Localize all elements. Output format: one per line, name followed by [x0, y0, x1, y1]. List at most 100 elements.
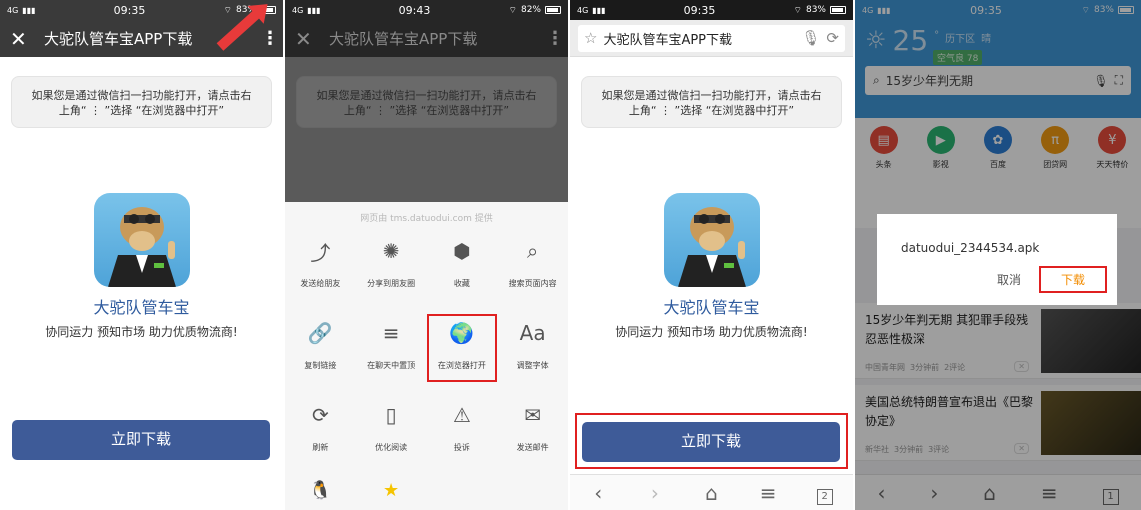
font-icon: Aa — [519, 321, 546, 345]
notice-line2: 上角“ ⋮ ”选择 “在浏览器中打开” — [58, 104, 225, 117]
menu-label: 收藏 — [453, 279, 470, 288]
battery-icon — [829, 6, 846, 14]
share-icon: ⤴ — [310, 240, 331, 265]
menu-label: 调整字体 — [516, 361, 549, 370]
status-bar: 4G ▮▮▮ 09:35 ⌔ 83% — [570, 0, 853, 20]
menu-label: 优化阅读 — [375, 443, 408, 452]
menu-label: 在浏览器打开 — [437, 361, 486, 370]
status-time: 09:43 — [398, 3, 431, 17]
battery-icon — [544, 6, 561, 14]
menu-pin-chat[interactable]: ≡ 在聊天中置顶 — [356, 314, 427, 382]
menu-copy-link[interactable]: 🔗 复制链接 — [285, 314, 356, 382]
wifi-icon: ⌔ — [793, 5, 802, 16]
app-name: 大驼队管车宝 — [663, 298, 760, 317]
menu-open-in-browser[interactable]: 🌍 在浏览器打开 — [426, 314, 498, 382]
wifi-icon: ⌔ — [223, 5, 232, 16]
menu-label: 搜索页面内容 — [508, 279, 557, 288]
sheet-source: 网页由 tms.datuodui.com 提供 — [360, 214, 493, 224]
menu-label: 投诉 — [453, 443, 470, 452]
refresh-icon: ⟳ — [311, 403, 329, 427]
notice-line1: 如果您是通过微信扫一扫功能打开，请点击右 — [316, 89, 537, 102]
more-menu-icon[interactable]: ⋮ — [261, 29, 279, 47]
download-dialog: datuodui_2344534.apk 取消 下载 — [877, 214, 1117, 305]
close-icon[interactable]: ✕ — [10, 27, 38, 51]
highlight-box — [575, 413, 848, 469]
notice-line1: 如果您是通过微信扫一扫功能打开，请点击右 — [601, 89, 822, 102]
share-app-row: 🐧 ★ — [285, 480, 568, 501]
mail-icon: ✉ — [524, 403, 541, 427]
menu-label: 在聊天中置顶 — [367, 361, 416, 370]
tabs-icon[interactable]: 2 — [810, 480, 840, 505]
status-bar: 4G ▮▮▮ 09:35 ⌔ 83% — [0, 0, 283, 20]
notice-line2: 上角“ ⋮ ”选择 “在浏览器中打开” — [343, 104, 510, 117]
menu-reader-mode[interactable]: ▯ 优化阅读 — [356, 396, 427, 464]
action-sheet: 网页由 tms.datuodui.com 提供 ⤴ 发送给朋友 ✺ 分享到朋友圈 ⬢… — [285, 202, 568, 510]
qq-penguin-icon[interactable]: 🐧 — [285, 480, 356, 501]
cancel-button[interactable]: 取消 — [997, 271, 1021, 288]
menu-label: 分享到朋友圈 — [367, 279, 416, 288]
reload-icon[interactable]: ⟳ — [826, 29, 839, 47]
signal-icon: ▮▮▮ — [592, 5, 606, 15]
signal-icon: ▮▮▮ — [307, 5, 321, 15]
bookmark-star-icon[interactable]: ☆ — [584, 29, 597, 47]
menu-send-mail[interactable]: ✉ 发送邮件 — [497, 396, 568, 464]
close-icon[interactable]: ✕ — [295, 27, 323, 51]
dialog-buttons: 取消 下载 — [997, 266, 1107, 293]
signal-label: 4G — [292, 5, 304, 15]
menu-icon[interactable]: ≡ — [753, 481, 783, 505]
status-time: 09:35 — [113, 3, 146, 17]
cube-icon: ⬢ — [453, 239, 471, 263]
menu-favorite[interactable]: ⬢ 收藏 — [427, 232, 498, 300]
menu-adjust-font[interactable]: Aa 调整字体 — [497, 314, 568, 382]
qzone-star-icon[interactable]: ★ — [356, 480, 427, 501]
browser-nav-bar: ‹ › ⌂ ≡ 2 — [570, 474, 853, 510]
menu-search-page[interactable]: ⌕ 搜索页面内容 — [497, 232, 568, 300]
globe-icon: 🌍 — [449, 321, 475, 345]
menu-complain[interactable]: ⚠ 投诉 — [427, 396, 498, 464]
download-button[interactable]: 立即下载 — [12, 420, 270, 460]
screen-wechat-menu: 4G ▮▮▮ 09:43 ⌔ 82% ✕ 大驼队管车宝APP下载 ⋮ 如果您是通过微… — [285, 0, 568, 510]
menu-label: 发送邮件 — [516, 443, 549, 452]
microphone-icon[interactable]: 🎙 — [801, 29, 820, 47]
battery-percent: 82% — [520, 5, 541, 15]
home-icon[interactable]: ⌂ — [696, 481, 726, 505]
screen-browser-download: 4G ▮▮▮ 09:35 ⌔ 83% ☼ 25 ° 历下区 晴 空气良 78 ⌕ 1… — [855, 0, 1141, 510]
browser-address-bar: ☆ 大驼队管车宝APP下载 🎙 ⟳ — [570, 20, 853, 57]
wechat-notice: 如果您是通过微信扫一扫功能打开，请点击右 上角“ ⋮ ”选择 “在浏览器中打开” — [296, 76, 557, 128]
back-icon[interactable]: ‹ — [583, 481, 613, 505]
menu-share-moments[interactable]: ✺ 分享到朋友圈 — [356, 232, 427, 300]
search-icon: ⌕ — [527, 239, 539, 263]
signal-icon: ▮▮▮ — [22, 5, 36, 15]
book-icon: ▯ — [385, 403, 397, 427]
status-time: 09:35 — [683, 3, 716, 17]
app-slogan: 协同运力 预知市场 助力优质物流商! — [45, 325, 238, 339]
more-menu-icon[interactable]: ⋮ — [546, 29, 564, 47]
menu-label: 发送给朋友 — [300, 279, 341, 288]
warning-icon: ⚠ — [452, 403, 471, 427]
wechat-notice: 如果您是通过微信扫一扫功能打开，请点击右 上角“ ⋮ ”选择 “在浏览器中打开” — [11, 76, 272, 128]
notice-line2: 上角“ ⋮ ”选择 “在浏览器中打开” — [628, 104, 795, 117]
url-box[interactable]: ☆ 大驼队管车宝APP下载 🎙 ⟳ — [578, 24, 845, 52]
app-name: 大驼队管车宝 — [93, 298, 190, 317]
forward-icon[interactable]: › — [640, 481, 670, 505]
menu-label: 复制链接 — [304, 361, 337, 370]
screen-wechat-page: 4G ▮▮▮ 09:35 ⌔ 83% ✕ 大驼队管车宝APP下载 ⋮ 如果您是通过微… — [0, 0, 283, 510]
menu-send-friend[interactable]: ⤴ 发送给朋友 — [285, 232, 356, 300]
menu-grid: ⤴ 发送给朋友 ✺ 分享到朋友圈 ⬢ 收藏 ⌕ 搜索页面内容 🔗 复制链接 ≡ 在聊天中置顶… — [285, 232, 568, 464]
page-title: 大驼队管车宝APP下载 — [329, 30, 478, 48]
wechat-header: ✕ 大驼队管车宝APP下载 ⋮ — [285, 20, 568, 57]
wifi-icon: ⌔ — [508, 5, 517, 16]
battery-percent: 83% — [805, 5, 826, 15]
download-filename: datuodui_2344534.apk — [901, 241, 1040, 255]
signal-label: 4G — [7, 5, 19, 15]
menu-refresh[interactable]: ⟳ 刷新 — [285, 396, 356, 464]
menu-label: 刷新 — [312, 443, 329, 452]
notice-line1: 如果您是通过微信扫一扫功能打开，请点击右 — [31, 89, 252, 102]
app-logo-camel-icon — [663, 193, 760, 287]
wechat-notice: 如果您是通过微信扫一扫功能打开，请点击右 上角“ ⋮ ”选择 “在浏览器中打开” — [581, 76, 842, 128]
tab-count: 2 — [816, 489, 833, 505]
confirm-download-button[interactable]: 下载 — [1038, 266, 1107, 293]
url-title: 大驼队管车宝APP下载 — [603, 32, 733, 48]
screen-browser-page: 4G ▮▮▮ 09:35 ⌔ 83% ☆ 大驼队管车宝APP下载 🎙 ⟳ 如果您是通… — [570, 0, 853, 510]
modal-overlay: datuodui_2344534.apk 取消 下载 — [855, 0, 1141, 510]
